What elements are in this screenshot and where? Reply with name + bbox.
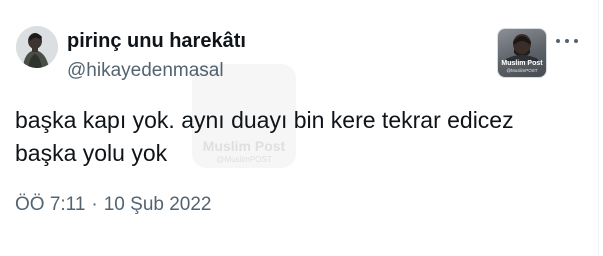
timestamp-separator: · bbox=[91, 194, 98, 215]
more-options-button[interactable] bbox=[552, 30, 582, 52]
tweet-text: başka kapı yok. aynı duayı bin kere tekr… bbox=[15, 104, 575, 170]
card-divider bbox=[598, 0, 599, 256]
more-horizontal-icon bbox=[565, 39, 569, 43]
avatar-image bbox=[16, 26, 58, 68]
tweet-time[interactable]: ÖÖ 7:11 bbox=[15, 194, 85, 215]
more-horizontal-icon bbox=[574, 39, 578, 43]
tweet-card: pirinç unu harekâtı @hikayedenmasal Musl… bbox=[0, 0, 603, 256]
brand-logo: Muslim Post @MuslimPOST bbox=[498, 29, 546, 77]
tweet-text-line: başka kapı yok. aynı duayı bin kere tekr… bbox=[15, 107, 514, 133]
tweet-timestamp[interactable]: ÖÖ 7:11 · 10 Şub 2022 bbox=[15, 193, 212, 217]
more-horizontal-icon bbox=[556, 39, 560, 43]
display-name[interactable]: pirinç unu harekâtı bbox=[67, 29, 246, 53]
brand-name: Muslim Post bbox=[501, 60, 543, 67]
tweet-date[interactable]: 10 Şub 2022 bbox=[104, 194, 212, 215]
avatar[interactable] bbox=[16, 26, 58, 68]
tweet-text-line: başka yolu yok bbox=[15, 140, 168, 166]
brand-handle: @MuslimPOST bbox=[506, 68, 538, 73]
